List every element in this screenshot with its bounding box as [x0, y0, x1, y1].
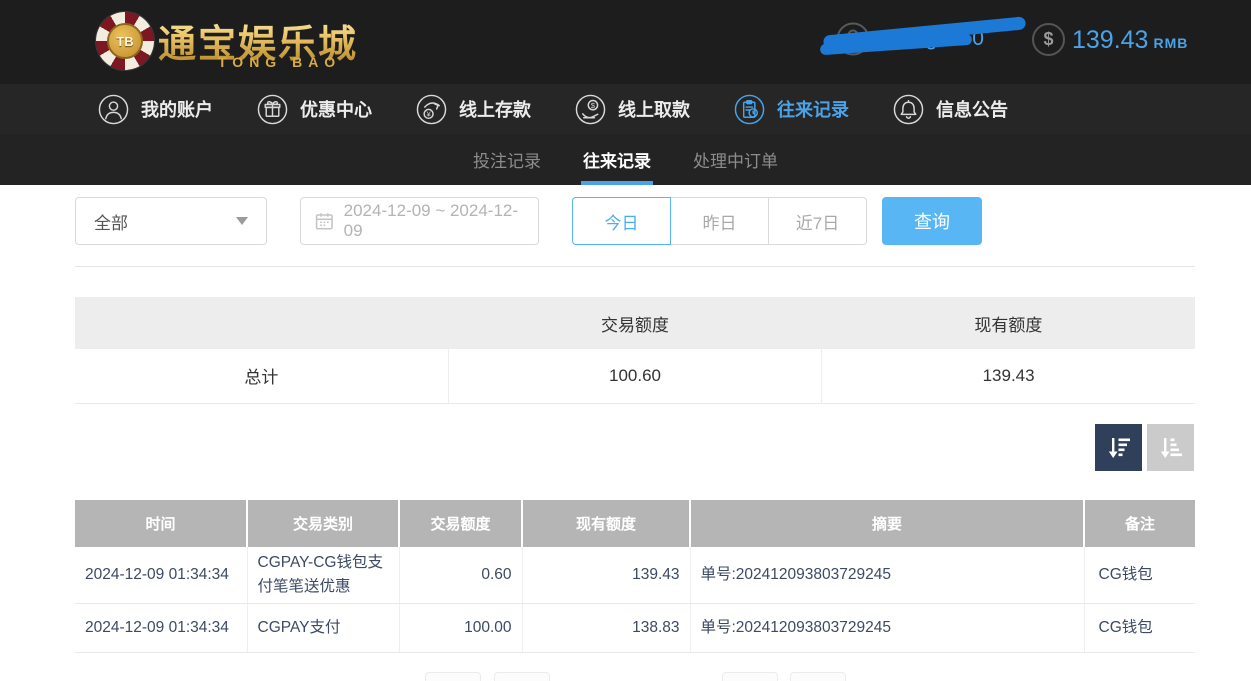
balance-currency: RMB — [1153, 35, 1189, 51]
chip-label: TB — [116, 33, 134, 49]
cell-balance: 138.83 — [521, 603, 690, 654]
pagination-button[interactable] — [494, 672, 550, 681]
cell-summary: 单号:202412093803729245 — [689, 547, 1084, 605]
summary-transaction-amount: 100.60 — [447, 349, 822, 404]
nav-item-deposit[interactable]: ¥ 线上存款 — [416, 94, 531, 125]
type-select-value: 全部 — [94, 213, 128, 233]
nav-label: 往来记录 — [777, 100, 849, 120]
top-header: TB 通宝娱乐城 TONG BAO cheng8550 $ 139.43RMB — [0, 0, 1251, 84]
summary-header-row: 交易额度 现有额度 — [75, 297, 1195, 349]
summary-total-row: 总计 100.60 139.43 — [75, 349, 1195, 404]
cell-note: CG钱包 — [1083, 547, 1195, 605]
casino-chip-logo-icon[interactable]: TB — [96, 12, 154, 70]
withdraw-icon: $ — [575, 94, 606, 124]
col-amount: 交易额度 — [398, 500, 522, 547]
cell-category: CGPAY-CG钱包支付笔笔送优惠 — [246, 547, 399, 605]
sort-ascending-button[interactable] — [1147, 424, 1194, 471]
summary-header-empty — [75, 297, 449, 349]
summary-current-amount: 139.43 — [821, 349, 1195, 404]
date-range-input[interactable]: 2024-12-09 ~ 2024-12-09 — [300, 197, 539, 245]
nav-item-my-account[interactable]: 我的账户 — [98, 94, 213, 125]
tab-label: 处理中订单 — [693, 152, 778, 171]
pagination-button[interactable] — [722, 672, 778, 681]
table-row: 2024-12-09 01:34:34 CGPAY支付 100.00 138.8… — [75, 603, 1195, 654]
record-subtabs: 投注记录 往来记录 处理中订单 — [0, 134, 1251, 185]
page: TB 通宝娱乐城 TONG BAO cheng8550 $ 139.43RMB … — [0, 0, 1251, 681]
active-tab-underline — [581, 181, 653, 185]
nav-label: 线上取款 — [618, 100, 690, 120]
main-nav: 我的账户 优惠中心 ¥ 线上存款 $ 线上取款 往来记录 信息公告 — [0, 84, 1251, 134]
balance-display[interactable]: 139.43 RMB — [1072, 26, 1188, 55]
yesterday-button[interactable]: 昨日 — [670, 197, 769, 245]
query-button[interactable]: 查询 — [882, 197, 982, 245]
table-row: 2024-12-09 01:34:34 CGPAY-CG钱包支付笔笔送优惠 0.… — [75, 547, 1195, 605]
today-button[interactable]: 今日 — [572, 197, 671, 245]
summary-header-current: 现有额度 — [821, 297, 1195, 349]
records-table: 时间 交易类别 交易额度 现有额度 摘要 备注 2024-12-09 01:34… — [75, 500, 1195, 654]
nav-item-withdraw[interactable]: $ 线上取款 — [575, 94, 690, 125]
tab-label: 投注记录 — [473, 152, 541, 171]
col-balance: 现有额度 — [521, 500, 690, 547]
nav-label: 我的账户 — [141, 100, 213, 120]
sort-ascending-icon — [1160, 437, 1182, 458]
records-header-row: 时间 交易类别 交易额度 现有额度 摘要 备注 — [75, 500, 1195, 547]
balance-amount: 139.43 — [1072, 26, 1149, 54]
type-select[interactable]: 全部 — [75, 197, 267, 245]
nav-label: 优惠中心 — [300, 100, 372, 120]
calendar-icon — [315, 213, 333, 230]
user-icon — [98, 94, 129, 124]
nav-item-promotions[interactable]: 优惠中心 — [257, 94, 372, 125]
tab-label: 往来记录 — [583, 152, 651, 171]
svg-text:$: $ — [591, 100, 596, 109]
cell-amount: 100.00 — [398, 603, 522, 654]
pagination-button[interactable] — [790, 672, 846, 681]
pagination-button[interactable] — [425, 672, 481, 681]
col-time: 时间 — [75, 500, 247, 547]
svg-text:¥: ¥ — [426, 109, 431, 118]
nav-label: 线上存款 — [459, 100, 531, 120]
section-divider — [75, 266, 1195, 267]
col-category: 交易类别 — [246, 500, 399, 547]
deposit-icon: ¥ — [416, 94, 447, 124]
summary-header-transaction: 交易额度 — [448, 297, 822, 349]
quick-date-group: 今日 昨日 近7日 — [572, 197, 867, 245]
bell-icon — [893, 94, 924, 124]
summary-table: 交易额度 现有额度 总计 100.60 139.43 — [75, 297, 1195, 404]
nav-label: 信息公告 — [936, 100, 1008, 120]
col-summary: 摘要 — [689, 500, 1084, 547]
cell-balance: 139.43 — [521, 547, 690, 605]
cell-category: CGPAY支付 — [246, 603, 399, 654]
tab-transaction-records[interactable]: 往来记录 — [581, 134, 653, 185]
nav-item-announcements[interactable]: 信息公告 — [893, 94, 1008, 125]
gift-icon — [257, 94, 288, 124]
date-range-value: 2024-12-09 ~ 2024-12-09 — [343, 201, 519, 240]
sort-descending-icon — [1108, 437, 1130, 458]
cell-time: 2024-12-09 01:34:34 — [75, 603, 247, 654]
summary-total-label: 总计 — [75, 349, 449, 404]
cell-amount: 0.60 — [398, 547, 522, 605]
site-subtitle: TONG BAO — [218, 54, 342, 70]
cell-summary: 单号:202412093803729245 — [689, 603, 1084, 654]
col-note: 备注 — [1083, 500, 1195, 547]
dollar-icon: $ — [1032, 23, 1065, 56]
tab-pending-orders[interactable]: 处理中订单 — [693, 134, 778, 185]
chevron-down-icon — [236, 217, 248, 225]
cell-note: CG钱包 — [1083, 603, 1195, 654]
nav-item-transaction-records[interactable]: 往来记录 — [734, 94, 849, 125]
cell-time: 2024-12-09 01:34:34 — [75, 547, 247, 605]
records-icon — [734, 94, 765, 124]
tab-betting-records[interactable]: 投注记录 — [473, 134, 541, 185]
sort-descending-button[interactable] — [1095, 424, 1142, 471]
last-7-days-button[interactable]: 近7日 — [768, 197, 867, 245]
